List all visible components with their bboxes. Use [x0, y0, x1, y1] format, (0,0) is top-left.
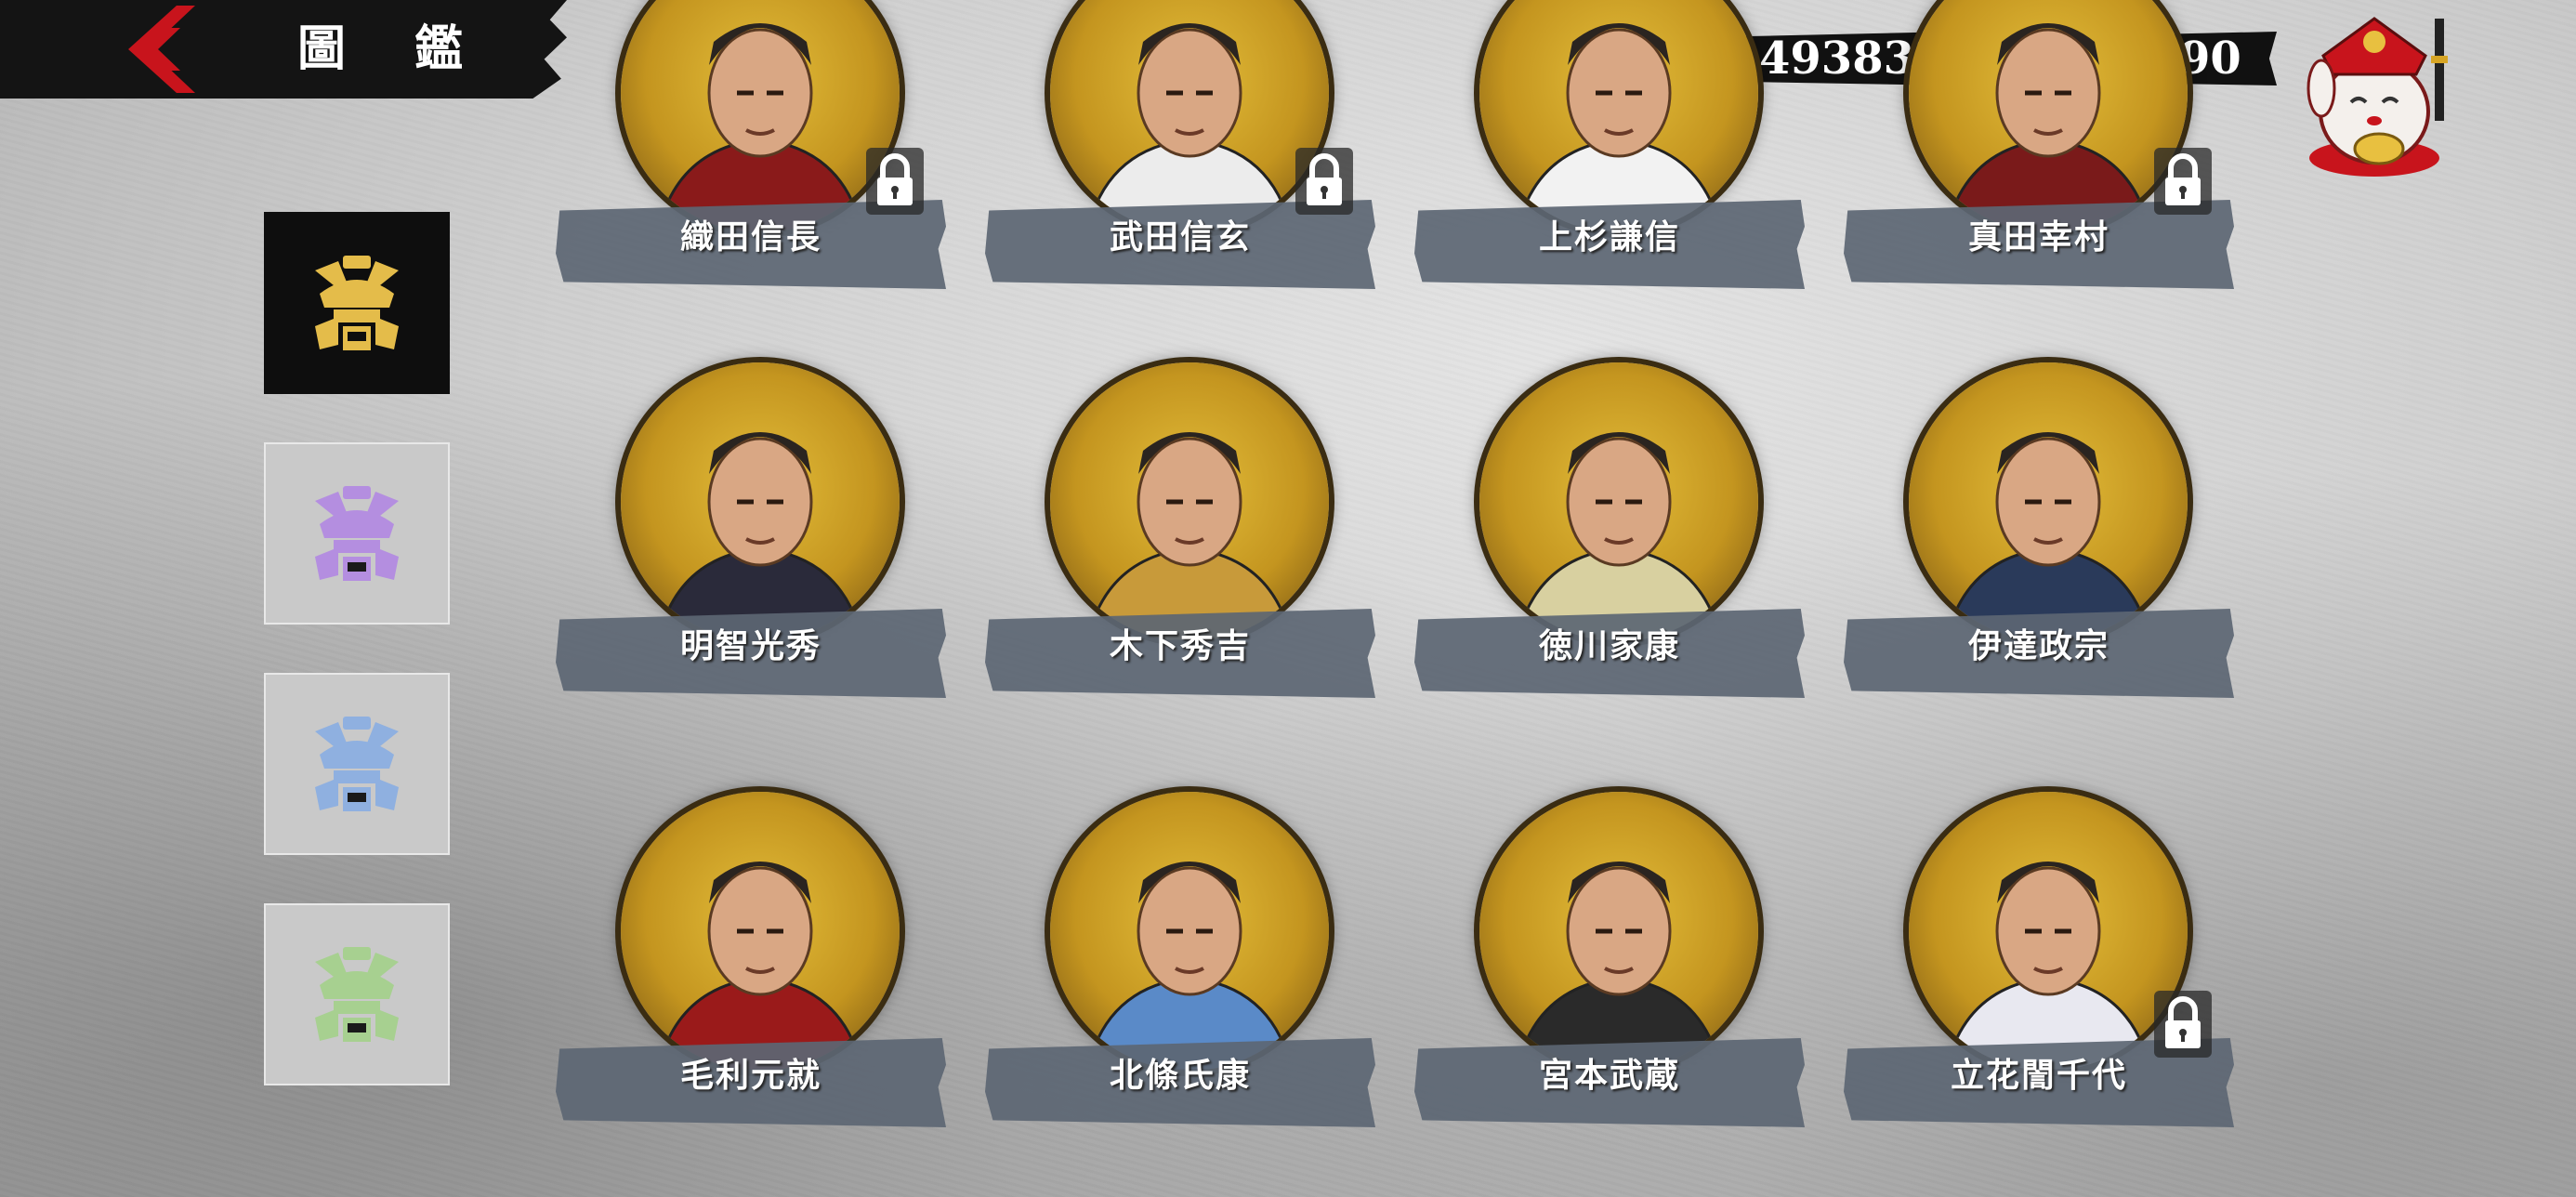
lock-icon	[862, 144, 927, 218]
back-arrow-icon	[128, 6, 195, 93]
kabuto-helmet-icon	[315, 486, 399, 581]
tab-rarity-gold[interactable]	[264, 212, 450, 394]
tab-rarity-purple[interactable]	[264, 442, 450, 625]
general-card[interactable]: 北條氏康	[985, 792, 1375, 1127]
general-card[interactable]: 宮本武蔵	[1414, 792, 1805, 1127]
general-card[interactable]: 伊達政宗	[1844, 362, 2234, 698]
general-portrait	[621, 792, 900, 1071]
general-portrait	[1909, 792, 2188, 1071]
page-title: 圖 鑑	[297, 20, 490, 77]
lucky-cat-icon	[2307, 17, 2448, 177]
kabuto-helmet-icon	[315, 947, 399, 1042]
general-portrait	[1479, 792, 1758, 1071]
lock-icon	[2150, 144, 2215, 218]
general-name: 徳川家康	[1538, 626, 1680, 665]
general-portrait	[621, 362, 900, 641]
kabuto-helmet-icon	[315, 256, 399, 350]
general-name: 伊達政宗	[1967, 626, 2109, 665]
general-card[interactable]: 立花誾千代	[1844, 792, 2234, 1127]
general-name: 明智光秀	[679, 626, 821, 665]
general-name: 宮本武蔵	[1538, 1056, 1680, 1095]
back-button[interactable]	[112, 0, 214, 99]
general-card[interactable]: 明智光秀	[556, 362, 946, 698]
general-name: 木下秀吉	[1109, 626, 1251, 665]
general-portrait	[621, 0, 900, 232]
general-card[interactable]: 木下秀吉	[985, 362, 1375, 698]
general-portrait	[1050, 792, 1329, 1071]
general-portrait	[1050, 362, 1329, 641]
general-card[interactable]: 毛利元就	[556, 792, 946, 1127]
general-name: 毛利元就	[679, 1056, 821, 1095]
lucky-cat-shop-button[interactable]	[2286, 0, 2472, 186]
lock-icon	[2150, 987, 2215, 1061]
general-portrait	[1479, 362, 1758, 641]
general-portrait	[1909, 362, 2188, 641]
lock-icon	[1292, 144, 1357, 218]
general-card[interactable]: 徳川家康	[1414, 362, 1805, 698]
tab-rarity-green[interactable]	[264, 903, 450, 1085]
general-name: 上杉謙信	[1538, 217, 1680, 256]
general-portrait	[1479, 0, 1758, 232]
general-name: 北條氏康	[1109, 1056, 1251, 1095]
tab-rarity-blue[interactable]	[264, 673, 450, 855]
kabuto-helmet-icon	[315, 717, 399, 811]
general-portrait	[1050, 0, 1329, 232]
general-portrait	[1909, 0, 2188, 232]
